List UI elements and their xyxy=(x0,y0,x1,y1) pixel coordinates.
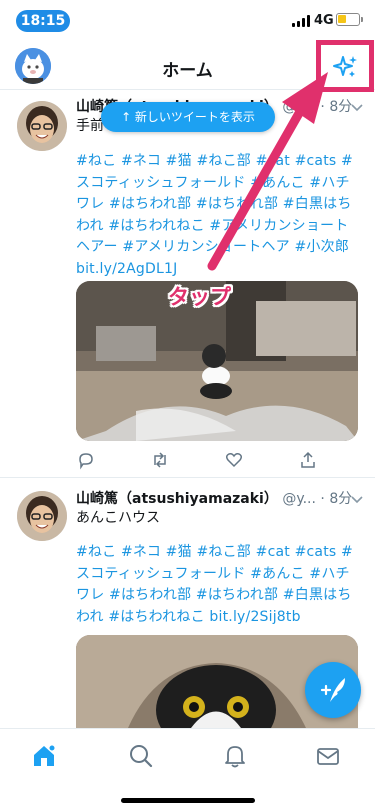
compose-icon xyxy=(320,678,345,702)
search-icon[interactable] xyxy=(128,743,154,769)
notifications-icon[interactable] xyxy=(222,743,248,769)
home-icon[interactable] xyxy=(31,743,57,769)
messages-icon[interactable] xyxy=(315,743,341,769)
annotation-label: タップ xyxy=(168,285,231,309)
home-indicator xyxy=(121,798,255,803)
compose-tweet-button[interactable] xyxy=(305,662,361,718)
